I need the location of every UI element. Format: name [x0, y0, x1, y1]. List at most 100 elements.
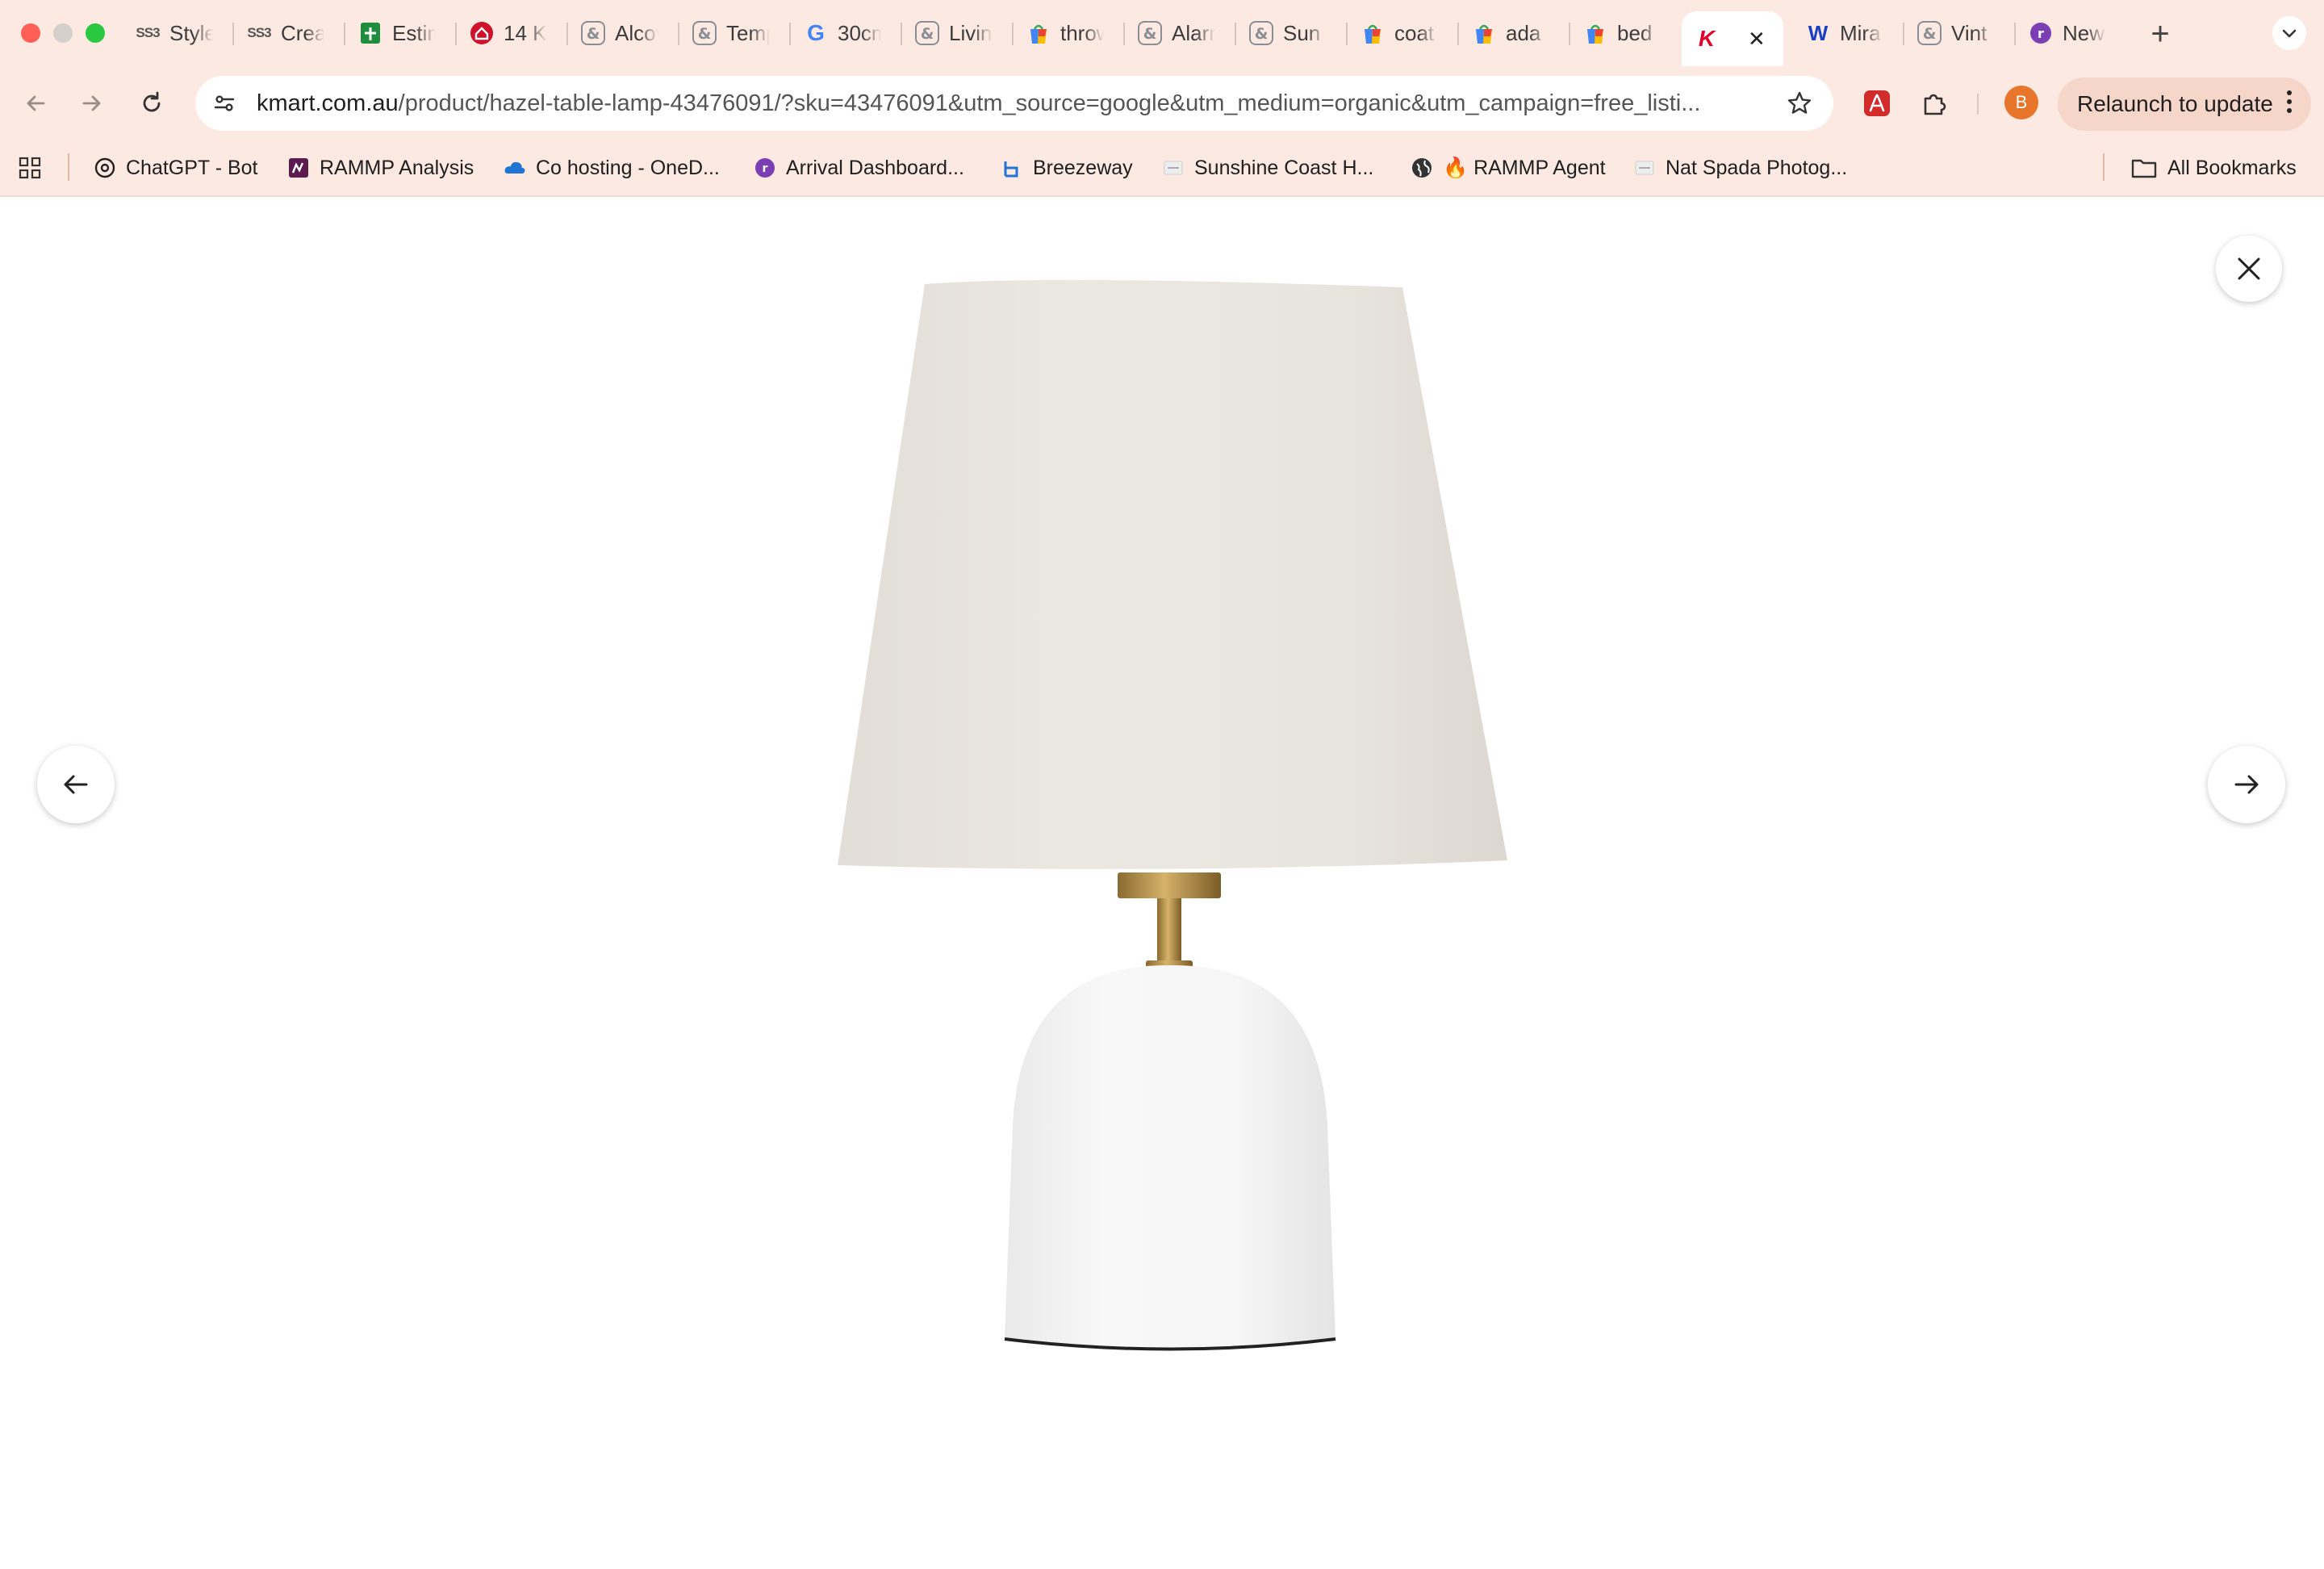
extension-acrobat-button[interactable]: [1858, 84, 1896, 123]
ampersand-icon: &: [581, 21, 605, 45]
close-icon: [2238, 257, 2260, 280]
svg-text:&: &: [1143, 25, 1157, 43]
tab-divider: [1235, 23, 1236, 45]
svg-text:r: r: [2038, 26, 2044, 41]
tab-3[interactable]: 14 K: [470, 13, 573, 53]
tab-label: Vint: [1951, 20, 1988, 45]
bookmarks-bar: ChatGPT - Bot RAMMP Analysis Co hosting - …: [0, 140, 2324, 195]
lamp-shade: [838, 279, 1507, 869]
openai-icon: [94, 157, 116, 179]
address-bar[interactable]: kmart.com.au/product/hazel-table-lamp-43…: [195, 76, 1833, 131]
tab-label: Alarm: [1172, 20, 1215, 45]
bookmark-item[interactable]: Sunshine Coast H...: [1162, 152, 1373, 184]
url-host: kmart.com.au: [257, 90, 399, 116]
purple-circle-icon: r: [754, 157, 776, 179]
next-image-button[interactable]: [2208, 746, 2285, 823]
bookmark-item[interactable]: RAMMP Analysis: [287, 152, 474, 184]
tab-label: Mira: [1840, 20, 1881, 45]
tab-9[interactable]: &Alarm: [1138, 13, 1241, 53]
product-image-lightbox: [0, 197, 2324, 1453]
tab-17[interactable]: r New: [2029, 13, 2132, 53]
window-close-button[interactable]: [21, 23, 40, 43]
close-lightbox-button[interactable]: [2216, 236, 2282, 302]
tab-8[interactable]: throw: [1026, 13, 1130, 53]
purple-circle-icon: r: [2029, 21, 2053, 45]
tab-strip: SS3StyleSS3CreateEstimate14 K&Alcove&Tem…: [0, 0, 2324, 66]
tab-label: 14 K: [504, 20, 547, 45]
close-tab-icon[interactable]: ✕: [1748, 27, 1766, 52]
bookmark-item[interactable]: Co hosting - OneD...: [504, 152, 720, 184]
ampersand-icon: &: [915, 21, 939, 45]
bookmark-label: 🔥 RAMMP Agent: [1443, 156, 1606, 179]
bookmark-star-button[interactable]: [1783, 87, 1816, 119]
arrow-right-icon: [82, 95, 101, 111]
relaunch-to-update-button[interactable]: Relaunch to update: [2058, 77, 2311, 131]
tab-15[interactable]: W Mira: [1806, 13, 1909, 53]
tab-4[interactable]: &Alcove: [581, 13, 684, 53]
shopping-bag-icon: [1583, 21, 1607, 45]
lamp-base: [1005, 964, 1335, 1347]
tab-11[interactable]: coat: [1361, 13, 1464, 53]
home-icon: [470, 21, 494, 45]
ampersand-icon: &: [692, 21, 717, 45]
new-tab-button[interactable]: +: [2142, 16, 2178, 52]
toolbar: kmart.com.au/product/hazel-table-lamp-43…: [0, 66, 2324, 140]
shopping-bag-icon: [1472, 21, 1496, 45]
extensions-button[interactable]: [1916, 84, 1954, 123]
acrobat-icon: [1864, 90, 1890, 116]
tab-0[interactable]: SS3 Style: [136, 13, 239, 53]
tab-10[interactable]: & Sun: [1249, 13, 1352, 53]
tab-13[interactable]: bed: [1583, 13, 1687, 53]
profile-avatar[interactable]: B: [2004, 86, 2038, 119]
lamp-fitting: [1118, 872, 1221, 898]
arrow-left-icon: [64, 775, 88, 794]
reload-icon: [143, 91, 161, 112]
puzzle-icon: [1924, 94, 1946, 115]
tab-label: ada: [1506, 20, 1541, 45]
star-icon: [1787, 91, 1812, 114]
all-bookmarks-label: All Bookmarks: [2167, 156, 2297, 179]
tab-6[interactable]: G 30cm: [804, 13, 907, 53]
tune-icon: [214, 95, 235, 111]
svg-text:r: r: [763, 162, 768, 175]
previous-image-button[interactable]: [37, 746, 115, 823]
back-button[interactable]: [16, 84, 55, 123]
tab-label: coat: [1394, 20, 1435, 45]
ampersand-icon: &: [1917, 21, 1942, 45]
tab-12[interactable]: ada: [1472, 13, 1575, 53]
tab-label: Alcove: [615, 20, 658, 45]
bookmark-item[interactable]: Breezeway: [1001, 152, 1133, 184]
bookmark-item[interactable]: 🔥 RAMMP Agent: [1411, 152, 1606, 184]
tab-divider: [232, 23, 234, 45]
sss-icon: SS3: [136, 25, 160, 40]
window-maximize-button[interactable]: [86, 23, 105, 43]
tab-7[interactable]: &Living: [915, 13, 1018, 53]
tab-5[interactable]: &Temp: [692, 13, 796, 53]
forward-button[interactable]: [73, 84, 111, 123]
browser-chrome: SS3StyleSS3CreateEstimate14 K&Alcove&Tem…: [0, 0, 2324, 197]
bookmark-item[interactable]: Nat Spada Photog...: [1633, 152, 1847, 184]
tab-divider: [455, 23, 457, 45]
more-menu-icon[interactable]: [2285, 90, 2293, 113]
window-minimize-button[interactable]: [53, 23, 73, 43]
tab-search-button[interactable]: [2272, 16, 2306, 50]
reload-button[interactable]: [132, 84, 171, 123]
apps-button[interactable]: [18, 152, 42, 184]
tab-divider: [678, 23, 679, 45]
tab-2[interactable]: Estimate: [358, 13, 462, 53]
tab-16[interactable]: & Vint: [1917, 13, 2021, 53]
tab-divider: [1903, 23, 1904, 45]
site-info-button[interactable]: [207, 86, 242, 121]
tab-1[interactable]: SS3 Create: [247, 13, 350, 53]
bookmark-item[interactable]: ChatGPT - Bot: [94, 152, 258, 184]
all-bookmarks-button[interactable]: All Bookmarks: [2130, 152, 2297, 184]
word-w-icon: W: [1808, 20, 1829, 45]
tab-14[interactable]: K ✕: [1682, 11, 1783, 66]
svg-text:&: &: [1923, 25, 1937, 43]
tab-divider: [566, 23, 568, 45]
bookmarks-divider: [2103, 153, 2105, 181]
arrow-left-icon: [27, 95, 45, 111]
bookmark-item[interactable]: r Arrival Dashboard...: [754, 152, 964, 184]
tab-label: throw: [1060, 20, 1104, 45]
svg-text:&: &: [1255, 25, 1269, 43]
